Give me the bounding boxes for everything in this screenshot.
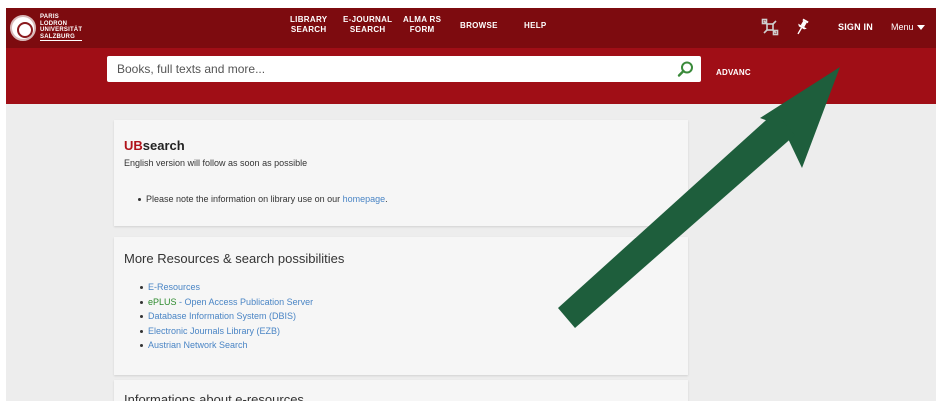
eresources-info-card: Informations about e-resources — [114, 380, 688, 401]
menu-label: Menu — [891, 22, 914, 32]
satellite-icon[interactable] — [760, 18, 780, 38]
chevron-down-icon — [916, 25, 925, 31]
ubsearch-title-suffix: search — [142, 138, 185, 153]
eresources-info-heading: Informations about e-resources — [124, 392, 304, 401]
pin-icon[interactable] — [792, 18, 812, 38]
ubsearch-subtitle: English version will follow as soon as p… — [124, 158, 308, 168]
nav-library-search[interactable]: LIBRARY SEARCH — [290, 15, 327, 35]
list-item: E-Resources — [140, 280, 313, 295]
note-end: . — [385, 194, 388, 204]
search-icon[interactable] — [677, 60, 695, 78]
app-frame: PARIS LODRON UNIVERSITÄT SALZBURG LIBRAR… — [6, 8, 936, 401]
bullet — [140, 329, 143, 333]
nav-help[interactable]: HELP — [524, 21, 547, 31]
menu-button[interactable]: Menu — [891, 22, 925, 32]
bullet — [138, 198, 141, 202]
bullet — [140, 344, 143, 348]
note-text: Please note the information on library u… — [146, 194, 343, 204]
list-item: Database Information System (DBIS) — [140, 309, 313, 324]
sign-in-link[interactable]: SIGN IN — [838, 22, 873, 32]
austrian-network-search-link[interactable]: Austrian Network Search — [148, 340, 248, 350]
eplus-link[interactable]: ePLUS — [148, 297, 177, 307]
ubsearch-card: UBsearch English version will follow as … — [114, 120, 688, 226]
list-item: ePLUS - Open Access Publication Server — [140, 295, 313, 310]
ubsearch-title: UBsearch — [124, 138, 185, 153]
homepage-link[interactable]: homepage — [343, 194, 386, 204]
bullet — [140, 315, 143, 319]
library-use-note: Please note the information on library u… — [138, 194, 388, 204]
nav-alma-rs-form[interactable]: ALMA RS FORM — [403, 15, 441, 35]
top-navigation-bar: PARIS LODRON UNIVERSITÄT SALZBURG LIBRAR… — [6, 8, 936, 48]
e-resources-link[interactable]: E-Resources — [148, 282, 200, 292]
list-item: Austrian Network Search — [140, 338, 313, 353]
resources-heading: More Resources & search possibilities — [124, 251, 345, 266]
search-box — [107, 56, 701, 82]
resources-list: E-Resources ePLUS - Open Access Publicat… — [140, 280, 313, 353]
eplus-description-link[interactable]: - Open Access Publication Server — [177, 297, 313, 307]
bullet — [140, 286, 143, 290]
ubsearch-title-prefix: UB — [124, 138, 143, 153]
resources-card: More Resources & search possibilities E-… — [114, 237, 688, 375]
ezb-link[interactable]: Electronic Journals Library (EZB) — [148, 326, 280, 336]
list-item: Electronic Journals Library (EZB) — [140, 324, 313, 339]
bullet — [140, 300, 143, 304]
dbis-link[interactable]: Database Information System (DBIS) — [148, 311, 296, 321]
nav-e-journal-search[interactable]: E-JOURNAL SEARCH — [343, 15, 392, 35]
advanced-search-link[interactable]: ADVANC — [716, 68, 751, 77]
nav-browse[interactable]: BROWSE — [460, 21, 498, 31]
search-input[interactable] — [107, 56, 667, 82]
